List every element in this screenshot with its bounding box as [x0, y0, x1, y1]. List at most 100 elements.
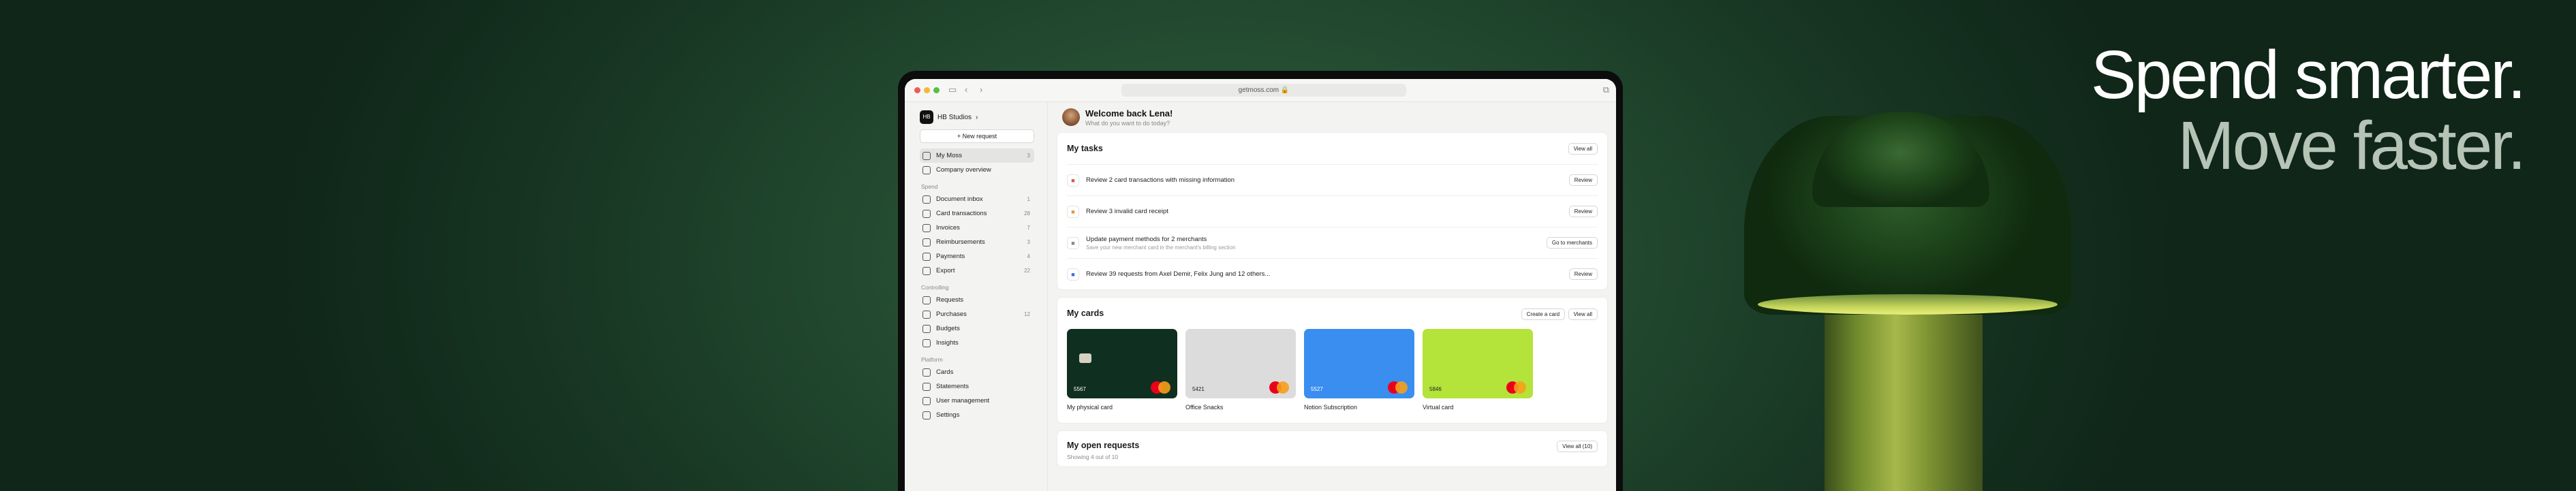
payment-card[interactable]: 5421 Office Snacks: [1185, 329, 1296, 411]
sidebar-item-label: Insights: [936, 339, 959, 347]
budget-icon: [922, 324, 931, 333]
hero-line-2: Move faster.: [2177, 108, 2526, 184]
tasks-panel: My tasks View all ■ Review 2 card transac…: [1057, 132, 1608, 290]
close-window-button[interactable]: [914, 87, 920, 93]
new-request-button[interactable]: + New request: [920, 129, 1034, 143]
welcome-header: Welcome back Lena! What do you want to d…: [1057, 102, 1608, 132]
mastercard-logo-icon: [1388, 381, 1408, 394]
app-window: ▭ ‹ › getmoss.com 🔒 ⧉ HB HB Studios › + …: [905, 79, 1616, 491]
task-row[interactable]: ■ Review 39 requests from Axel Demir, Fel…: [1067, 258, 1598, 289]
lamp-stem: [1825, 308, 1983, 491]
sidebar-item-label: My Moss: [936, 152, 962, 159]
task-subtitle: Save your new merchant card in the merch…: [1086, 244, 1236, 251]
sidebar-item-requests[interactable]: Requests: [920, 293, 1034, 307]
sidebar-item-payments[interactable]: Payments 4: [920, 249, 1034, 264]
open-requests-view-all-button[interactable]: View all (10): [1557, 441, 1598, 452]
sidebar-item-label: Cards: [936, 368, 954, 376]
sidebar-item-label: User management: [936, 397, 990, 405]
sidebar-item-card-transactions[interactable]: Card transactions 28: [920, 206, 1034, 221]
sidebar-item-document-inbox[interactable]: Document inbox 1: [920, 192, 1034, 206]
sidebar-toggle-icon[interactable]: ▭: [948, 84, 957, 95]
sidebar-item-count: 22: [1024, 268, 1030, 274]
task-action-button[interactable]: Go to merchants: [1546, 237, 1598, 249]
sidebar-item-label: Company overview: [936, 166, 991, 174]
sidebar-item-invoices[interactable]: Invoices 7: [920, 221, 1034, 235]
sidebar-item-count: 1: [1027, 196, 1030, 202]
maximize-window-button[interactable]: [933, 87, 940, 93]
task-title: Review 3 invalid card receipt: [1086, 208, 1168, 215]
sidebar-item-label: Statements: [936, 383, 969, 390]
home-icon: [922, 151, 931, 160]
org-name: HB Studios: [937, 113, 972, 121]
laptop-frame: ▭ ‹ › getmoss.com 🔒 ⧉ HB HB Studios › + …: [898, 71, 1623, 491]
tasks-title: My tasks: [1067, 144, 1103, 153]
payment-card[interactable]: 5567 My physical card: [1067, 329, 1177, 411]
lock-icon: 🔒: [1280, 86, 1290, 94]
cards-panel: My cards Create a card View all 5567 My p…: [1057, 297, 1608, 424]
task-row[interactable]: ■ Update payment methods for 2 merchants S…: [1067, 227, 1598, 258]
url-text: getmoss.com: [1238, 86, 1279, 94]
payment-icon: [922, 252, 931, 261]
sidebar-item-cards[interactable]: Cards: [920, 365, 1034, 379]
payment-card[interactable]: 5527 Notion Subscription: [1304, 329, 1414, 411]
sidebar-item-budgets[interactable]: Budgets: [920, 321, 1034, 336]
payment-card[interactable]: 5846 Virtual card: [1423, 329, 1533, 411]
sidebar-item-purchases[interactable]: Purchases 12: [920, 307, 1034, 321]
task-title: Review 2 card transactions with missing …: [1086, 176, 1235, 184]
document-icon: ■: [1067, 174, 1079, 187]
tabs-overview-icon[interactable]: ⧉: [1603, 84, 1609, 95]
sidebar-item-reimbursements[interactable]: Reimbursements 3: [920, 235, 1034, 249]
sidebar-item-label: Invoices: [936, 224, 960, 232]
receipt-icon: ■: [1067, 205, 1079, 218]
task-title: Review 39 requests from Axel Demir, Feli…: [1086, 270, 1271, 278]
cards-view-all-button[interactable]: View all: [1568, 308, 1598, 320]
address-bar[interactable]: getmoss.com 🔒: [1121, 84, 1406, 97]
sidebar-item-export[interactable]: Export 22: [920, 264, 1034, 278]
create-card-button[interactable]: Create a card: [1521, 308, 1566, 320]
chart-icon: [922, 338, 931, 347]
sidebar-item-settings[interactable]: Settings: [920, 408, 1034, 422]
open-requests-title: My open requests: [1067, 441, 1140, 450]
minimize-window-button[interactable]: [924, 87, 930, 93]
sidebar-item-user-management[interactable]: User management: [920, 394, 1034, 408]
cart-icon: [922, 310, 931, 319]
forward-icon[interactable]: ›: [980, 84, 982, 95]
request-icon: [922, 296, 931, 304]
open-requests-panel: My open requests Showing 4 out of 10 Vie…: [1057, 430, 1608, 467]
card-name: Notion Subscription: [1304, 404, 1358, 411]
invoice-icon: [922, 223, 931, 232]
avatar[interactable]: [1062, 108, 1080, 126]
main-content: Welcome back Lena! What do you want to d…: [1049, 102, 1616, 491]
sidebar-item-label: Requests: [936, 296, 964, 304]
section-spend: Spend: [921, 183, 938, 190]
task-row[interactable]: ■ Review 2 card transactions with missing…: [1067, 164, 1598, 195]
task-row[interactable]: ■ Review 3 invalid card receipt Review: [1067, 195, 1598, 227]
card-chip-icon: [1079, 353, 1091, 363]
task-action-button[interactable]: Review: [1568, 174, 1598, 186]
sidebar-item-label: Export: [936, 267, 955, 274]
user-icon: ■: [1067, 268, 1079, 281]
lamp-light-rim: [1758, 294, 2058, 315]
sidebar-item-insights[interactable]: Insights: [920, 336, 1034, 350]
org-switcher[interactable]: HB HB Studios ›: [920, 110, 1040, 124]
sidebar-item-count: 4: [1027, 253, 1030, 259]
sidebar-item-count: 7: [1027, 225, 1030, 231]
sidebar-item-count: 12: [1024, 311, 1030, 317]
mastercard-logo-icon: [1269, 381, 1290, 394]
sidebar-item-my-moss[interactable]: My Moss 3: [920, 148, 1034, 163]
tasks-view-all-button[interactable]: View all: [1568, 142, 1598, 155]
back-icon[interactable]: ‹: [965, 84, 967, 95]
card-last4: 5567: [1074, 386, 1086, 392]
sidebar: HB HB Studios › + New request My Moss 3 Co…: [905, 102, 1048, 491]
task-action-button[interactable]: Review: [1568, 206, 1598, 217]
task-action-button[interactable]: Review: [1568, 268, 1598, 280]
sidebar-item-company-overview[interactable]: Company overview: [920, 163, 1034, 177]
task-title: Update payment methods for 2 merchants: [1086, 235, 1207, 243]
sidebar-item-statements[interactable]: Statements: [920, 379, 1034, 394]
sidebar-item-label: Reimbursements: [936, 238, 985, 246]
sidebar-item-label: Settings: [936, 411, 960, 419]
org-logo: HB: [920, 110, 933, 124]
card-last4: 5846: [1429, 386, 1442, 392]
open-requests-subtitle: Showing 4 out of 10: [1067, 454, 1119, 460]
section-controlling: Controlling: [921, 284, 949, 291]
